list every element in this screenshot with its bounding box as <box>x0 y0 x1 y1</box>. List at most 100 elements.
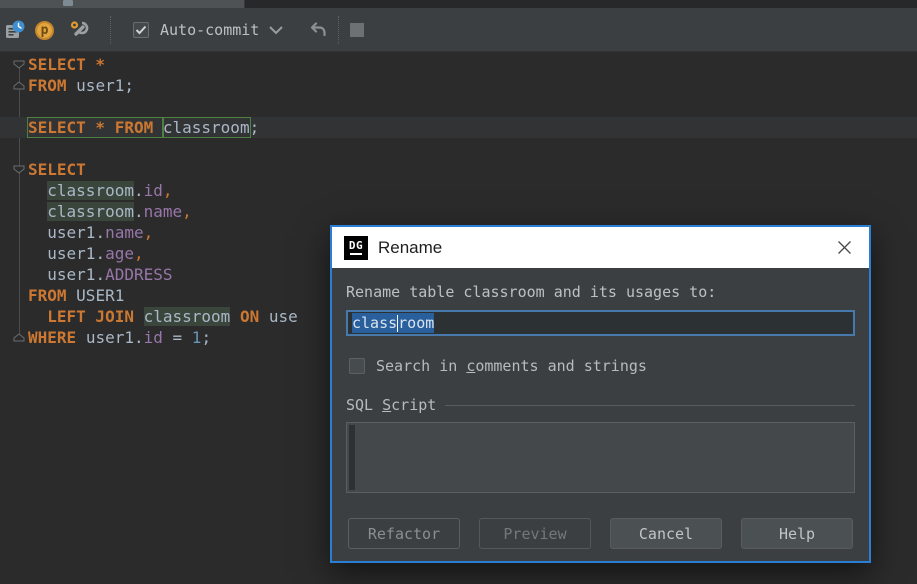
fold-down-marker[interactable] <box>13 60 25 69</box>
editor-toolbar: p Auto-commit <box>0 8 917 52</box>
dialog-title: Rename <box>378 238 442 258</box>
dialog-body: Rename table classroom and its usages to… <box>332 283 869 549</box>
code-segment: user1.age, <box>28 244 144 263</box>
code-token <box>28 181 47 200</box>
code-segment: ; <box>250 118 260 137</box>
code-token: = <box>163 328 192 347</box>
code-token <box>76 328 86 347</box>
commit-history-button[interactable] <box>4 8 26 52</box>
rollback-button[interactable] <box>309 8 327 52</box>
commit-history-icon <box>4 19 26 41</box>
fold-down-marker[interactable] <box>13 165 25 174</box>
usage-highlight: classroom <box>47 181 134 200</box>
code-line[interactable]: SELECT * FROM classroom; <box>0 117 917 138</box>
code-token: SELECT <box>28 118 86 137</box>
code-token: user1 <box>47 223 95 242</box>
code-segment: WHERE user1.id = 1; <box>28 328 211 347</box>
rename-prompt-label: Rename table classroom and its usages to… <box>346 283 855 301</box>
checkbox-label: Search in comments and strings <box>376 357 647 375</box>
fold-up-marker[interactable] <box>13 333 25 342</box>
autocommit-label: Auto-commit <box>160 8 259 52</box>
code-token: , <box>163 181 173 200</box>
refactor-button[interactable]: Refactor <box>348 518 460 549</box>
code-token: name <box>144 202 183 221</box>
code-token <box>153 118 163 137</box>
autocommit-dropdown[interactable] <box>268 8 284 52</box>
code-line[interactable]: classroom.id, <box>0 180 917 201</box>
code-token: , <box>182 202 192 221</box>
code-segment: user1.name, <box>28 223 153 242</box>
code-token: . <box>134 328 144 347</box>
code-token: , <box>144 223 154 242</box>
rename-name-input[interactable]: classroom <box>346 310 855 336</box>
stop-button[interactable] <box>350 8 364 52</box>
code-segment: classroom.name, <box>28 202 192 221</box>
code-token: use <box>259 307 298 326</box>
script-panel-gutter <box>349 425 355 490</box>
code-segment: user1.ADDRESS <box>28 265 173 284</box>
code-token: name <box>105 223 144 242</box>
datagrip-logo-icon: DG <box>344 236 368 260</box>
code-token: . <box>134 202 144 221</box>
code-token: FROM <box>28 286 67 305</box>
code-token <box>28 265 47 284</box>
editor-tab[interactable] <box>0 0 245 8</box>
rename-occurrence-box: classroom <box>163 118 250 137</box>
datagrip-window: p Auto-commit <box>0 0 917 584</box>
selected-text: classroom <box>352 313 434 333</box>
close-icon <box>837 240 852 255</box>
code-token <box>28 307 47 326</box>
code-segment: SELECT * <box>28 55 105 74</box>
rollback-icon <box>309 22 327 38</box>
sql-file-icon <box>63 0 73 6</box>
code-token <box>230 307 240 326</box>
toolbar-separator <box>338 16 339 44</box>
code-token <box>28 202 47 221</box>
code-token: user1 <box>47 244 95 263</box>
code-token <box>67 286 77 305</box>
search-comments-checkbox[interactable]: Search in comments and strings <box>346 357 855 375</box>
dialog-title-bar[interactable]: DG Rename <box>332 227 869 268</box>
rename-dialog: DG Rename Rename table classroom and its… <box>330 225 871 563</box>
code-line[interactable]: SELECT <box>0 159 917 180</box>
code-token: USER1 <box>76 286 124 305</box>
usage-highlight: classroom <box>144 307 231 326</box>
help-button[interactable]: Help <box>741 518 853 549</box>
dialog-button-row: Refactor Preview Cancel Help <box>346 518 855 549</box>
dialog-close-button[interactable] <box>831 235 857 261</box>
settings-wrench-icon <box>68 19 90 41</box>
code-token: LEFT JOIN <box>47 307 134 326</box>
cancel-button[interactable]: Cancel <box>610 518 722 549</box>
code-line[interactable] <box>0 138 917 159</box>
code-token <box>134 307 144 326</box>
autocommit-checkbox[interactable] <box>133 8 149 52</box>
code-token: user1 <box>86 328 134 347</box>
sql-script-section-header: SQL Script <box>346 396 855 414</box>
editor-tab-bar <box>0 0 917 8</box>
code-token: id <box>144 181 163 200</box>
code-line[interactable]: FROM user1; <box>0 75 917 96</box>
section-divider <box>445 405 855 406</box>
code-token: * <box>86 55 105 74</box>
code-token: user1 <box>47 265 95 284</box>
parameters-button[interactable]: p <box>35 8 54 52</box>
code-token: WHERE <box>28 328 76 347</box>
code-token: . <box>95 265 105 284</box>
toolbar-separator <box>110 16 111 44</box>
preview-button[interactable]: Preview <box>479 518 591 549</box>
code-token <box>28 223 47 242</box>
code-token: user1 <box>76 76 124 95</box>
fold-up-marker[interactable] <box>13 81 25 90</box>
settings-button[interactable] <box>68 8 90 52</box>
code-line[interactable]: SELECT * <box>0 54 917 75</box>
code-token: SELECT <box>28 160 86 179</box>
code-line[interactable]: classroom.name, <box>0 201 917 222</box>
code-token: FROM <box>115 118 154 137</box>
code-token: id <box>144 328 163 347</box>
sql-script-preview-panel[interactable] <box>346 422 855 493</box>
code-token <box>28 244 47 263</box>
code-token: ON <box>240 307 259 326</box>
code-line[interactable] <box>0 96 917 117</box>
code-token: ; <box>250 118 260 137</box>
sql-script-label: SQL Script <box>346 396 436 414</box>
